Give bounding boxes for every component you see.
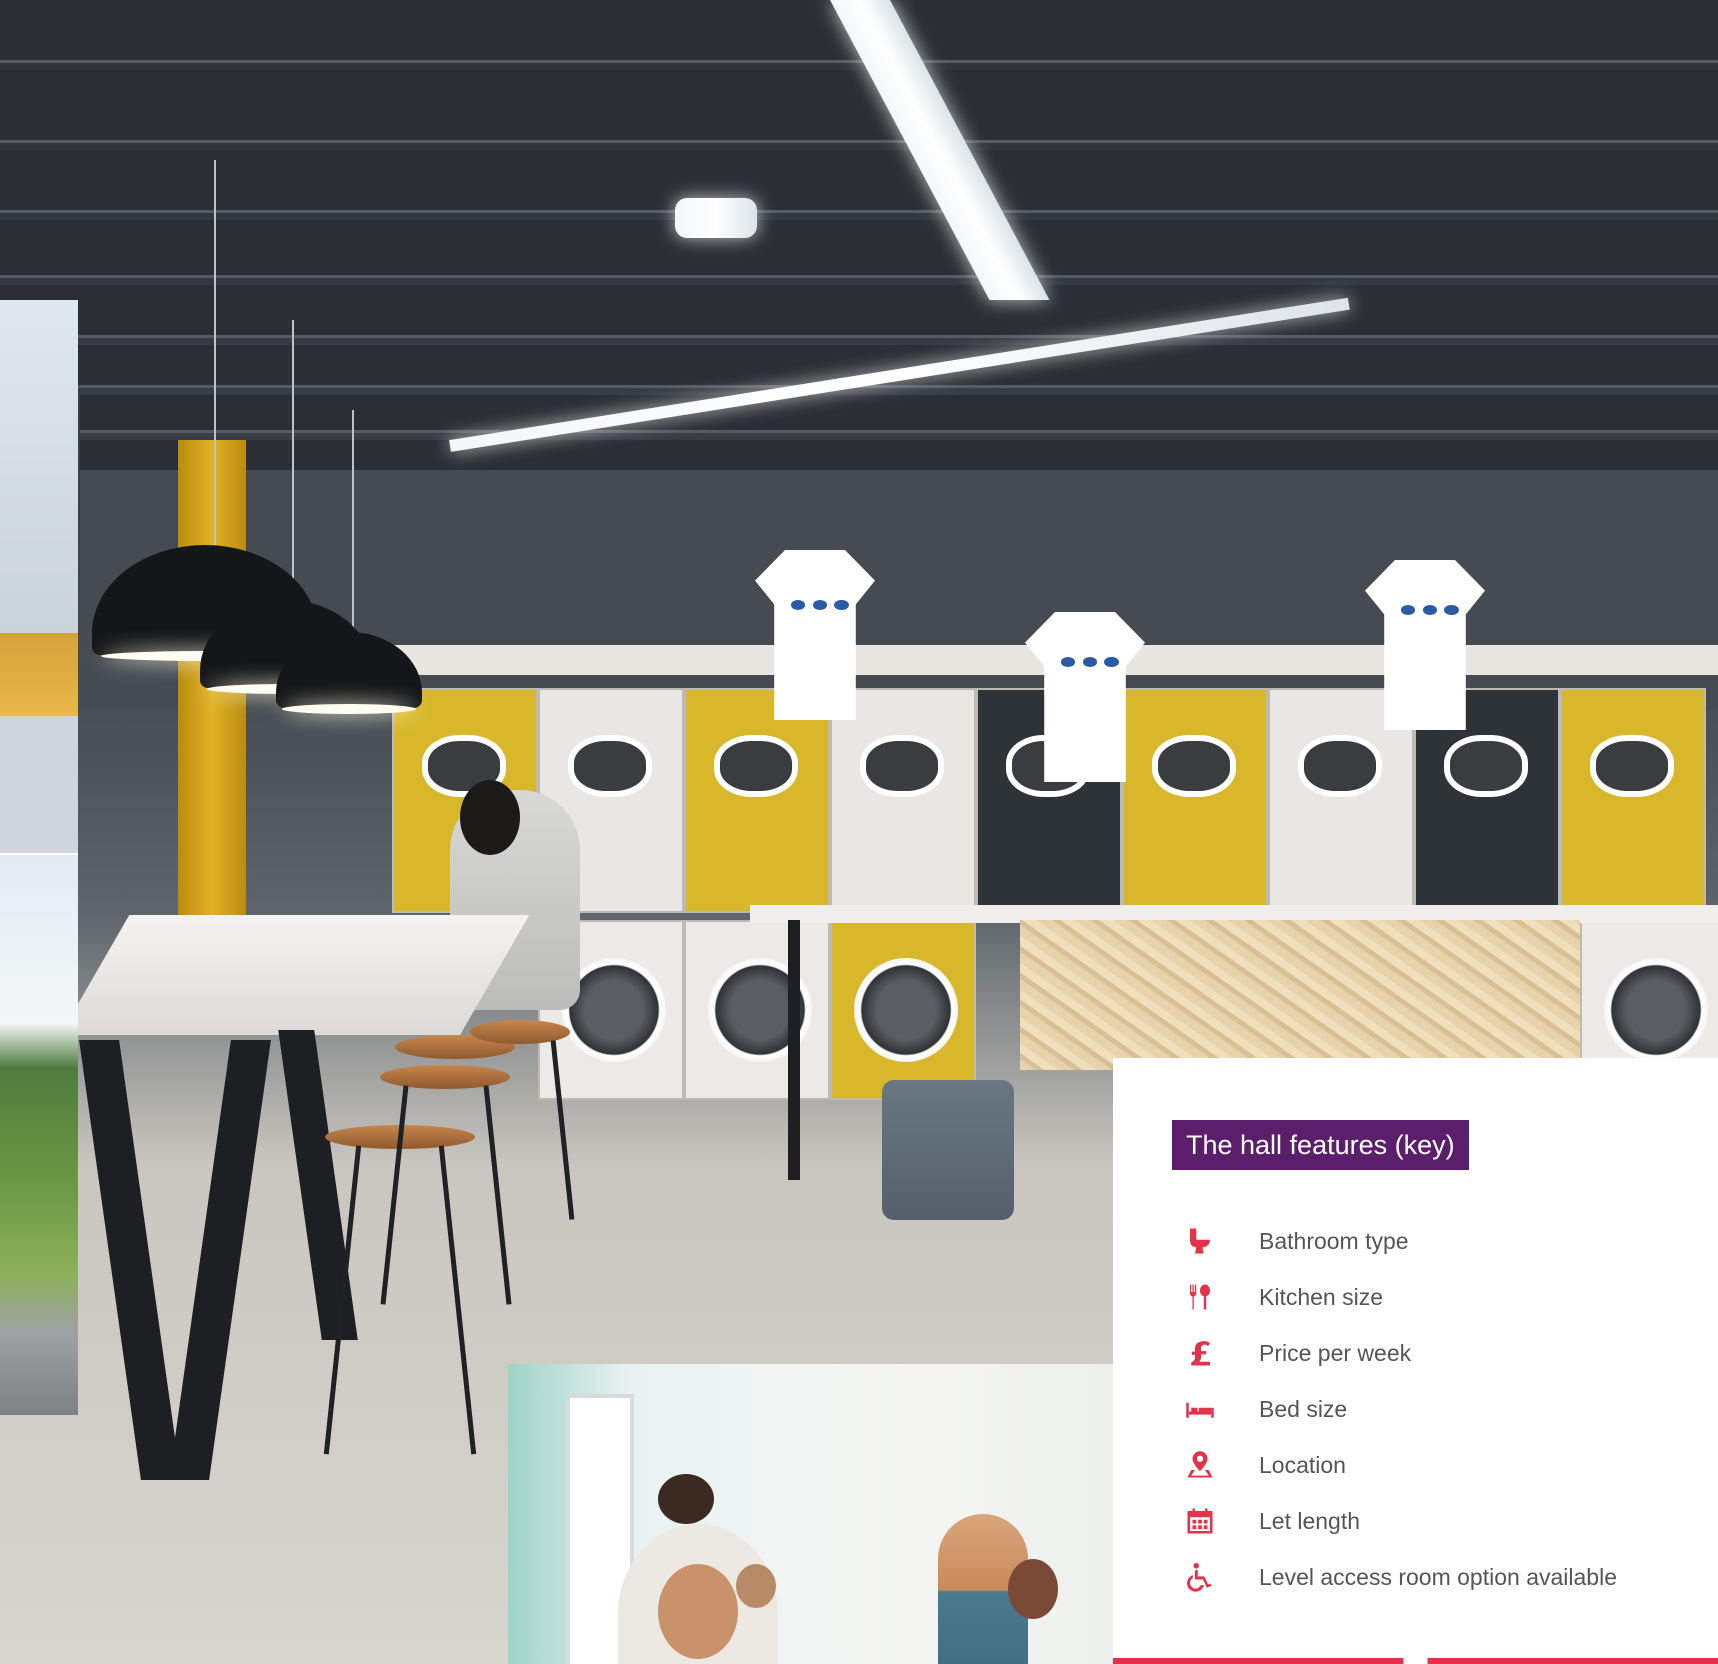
ceiling-baffle bbox=[0, 285, 1718, 338]
dryer bbox=[1560, 688, 1706, 913]
wall-trim bbox=[240, 645, 1718, 675]
table-leg bbox=[79, 1040, 181, 1480]
lamp-cord bbox=[292, 320, 294, 600]
student-face bbox=[736, 1564, 776, 1608]
key-label: Let length bbox=[1259, 1507, 1361, 1534]
key-label: Kitchen size bbox=[1259, 1283, 1384, 1310]
dryer bbox=[684, 688, 830, 913]
ceiling-baffle bbox=[0, 220, 1718, 278]
lamp-cord bbox=[214, 160, 216, 550]
building-photo-slice bbox=[0, 300, 78, 855]
ceiling-baffle bbox=[0, 150, 1718, 213]
student-face bbox=[1008, 1559, 1058, 1619]
table bbox=[60, 915, 530, 1035]
ceiling-baffle bbox=[0, 70, 1718, 143]
student-face bbox=[658, 1564, 738, 1659]
stool-leg bbox=[438, 1145, 477, 1455]
key-item-bathroom: Bathroom type bbox=[1184, 1213, 1409, 1269]
washing-machine bbox=[830, 920, 976, 1100]
dryer bbox=[830, 688, 976, 913]
key-label: Bed size bbox=[1259, 1395, 1348, 1422]
lawn-photo-slice bbox=[0, 855, 78, 1415]
lamp-cord bbox=[352, 410, 354, 630]
osb-panel bbox=[1020, 920, 1580, 1070]
key-item-location: Location bbox=[1184, 1437, 1346, 1493]
toilet-icon bbox=[1184, 1225, 1216, 1257]
washing-machine bbox=[684, 920, 830, 1100]
location-icon bbox=[1184, 1449, 1216, 1481]
students-kitchen-photo bbox=[508, 1364, 1114, 1664]
pouf-seat bbox=[882, 1080, 1014, 1220]
calendar-icon bbox=[1184, 1505, 1216, 1537]
key-label: Price per week bbox=[1259, 1339, 1412, 1366]
key-item-let-length: Let length bbox=[1184, 1493, 1360, 1549]
table-leg bbox=[278, 1030, 358, 1340]
table-leg bbox=[169, 1040, 271, 1480]
key-list: Bathroom type Kitchen size Price per wee… bbox=[1184, 1213, 1617, 1605]
key-title: The hall features (key) bbox=[1172, 1120, 1469, 1170]
stool bbox=[380, 1065, 510, 1089]
student-hair bbox=[658, 1474, 714, 1524]
key-item-accessibility: Level access room option available bbox=[1184, 1549, 1617, 1605]
key-item-kitchen: Kitchen size bbox=[1184, 1269, 1383, 1325]
campus-exterior-photo bbox=[0, 300, 78, 1415]
wheelchair-icon bbox=[1184, 1561, 1216, 1593]
key-item-bed: Bed size bbox=[1184, 1381, 1347, 1437]
pound-icon bbox=[1184, 1337, 1216, 1369]
key-label: Level access room option available bbox=[1259, 1563, 1617, 1590]
smoke-detector bbox=[675, 198, 757, 238]
key-item-price: Price per week bbox=[1184, 1325, 1411, 1381]
ceiling-baffle bbox=[80, 440, 1718, 473]
key-label: Location bbox=[1259, 1451, 1346, 1478]
ceiling-baffle bbox=[80, 395, 1718, 433]
stool-leg bbox=[483, 1085, 512, 1305]
cutlery-icon bbox=[1184, 1281, 1216, 1313]
panel-bottom-rule bbox=[1113, 1658, 1718, 1664]
hall-features-key-panel: The hall features (key) Bathroom type Ki… bbox=[1113, 1058, 1718, 1664]
counter-leg bbox=[788, 920, 800, 1180]
key-label: Bathroom type bbox=[1259, 1227, 1409, 1254]
bed-icon bbox=[1184, 1393, 1216, 1425]
stool-leg bbox=[380, 1085, 409, 1305]
dryer bbox=[1122, 688, 1268, 913]
student-head bbox=[460, 780, 520, 855]
